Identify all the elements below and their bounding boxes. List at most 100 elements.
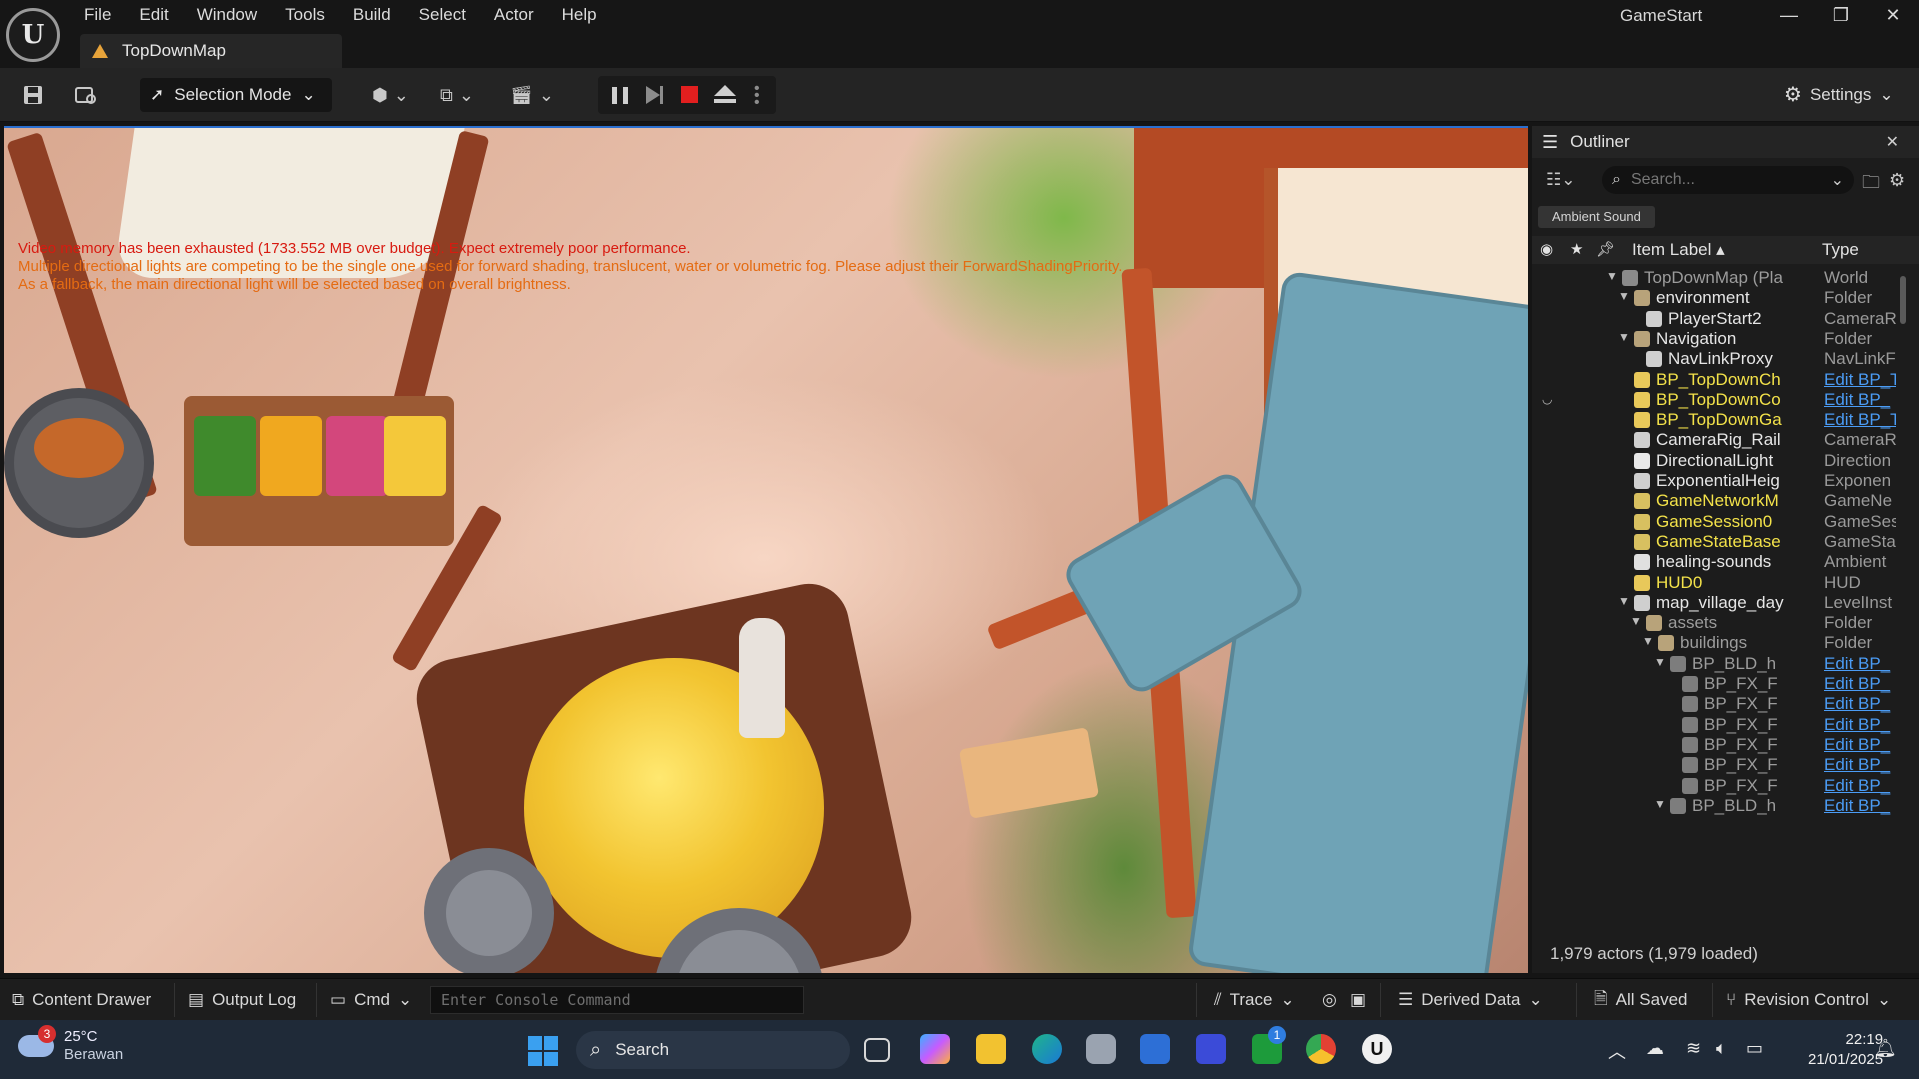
file-explorer-icon[interactable] xyxy=(976,1034,1006,1064)
menu-build[interactable]: Build xyxy=(339,0,405,30)
volume-icon[interactable]: 🔈︎ xyxy=(1716,1038,1727,1059)
wifi-icon[interactable]: ≋ xyxy=(1686,1038,1701,1059)
derived-data-button[interactable]: ☰ Derived Data ⌄ xyxy=(1398,979,1543,1021)
unreal-logo-icon[interactable]: U xyxy=(6,8,60,62)
edit-blueprint-link[interactable]: Edit BP_ xyxy=(1824,755,1896,775)
content-drawer-button[interactable]: ⧉ Content Drawer xyxy=(12,979,151,1021)
console-command-input[interactable]: Enter Console Command xyxy=(430,986,804,1014)
outliner-row-label: BP_FX_F xyxy=(1704,694,1778,714)
cinematics-button[interactable]: 🎬︎ ⌄ xyxy=(510,78,554,112)
edit-blueprint-link[interactable]: Edit BP_ xyxy=(1824,715,1896,735)
restore-icon[interactable]: ❐ xyxy=(1818,0,1864,30)
blueprint-button[interactable]: ⧉ ⌄ xyxy=(440,78,474,112)
eject-bar xyxy=(714,99,736,103)
column-item-label[interactable]: Item Label ▴ xyxy=(1632,240,1725,260)
menu-window[interactable]: Window xyxy=(183,0,271,30)
expand-arrow-icon[interactable]: ▼ xyxy=(1642,634,1654,648)
outliner-row[interactable]: ▼ BP_BLD_h Edit BP_ xyxy=(1532,794,1919,819)
copilot-icon[interactable] xyxy=(920,1034,950,1064)
edit-blueprint-link[interactable]: Edit BP_ xyxy=(1824,694,1896,714)
chevron-down-icon: ⌄ xyxy=(1280,990,1295,1009)
gear-icon[interactable]: ⚙ xyxy=(1889,170,1905,191)
edit-blueprint-link[interactable]: Edit BP_T xyxy=(1824,410,1896,430)
map-tab[interactable]: TopDownMap xyxy=(80,34,342,68)
menu-edit[interactable]: Edit xyxy=(125,0,182,30)
visual-studio-icon[interactable] xyxy=(1196,1034,1226,1064)
main-toolbar: ➚ Selection Mode ⌄ ⬢ ⌄ ⧉ ⌄ 🎬︎ ⌄ • • • ⚙ Setti… xyxy=(0,68,1919,122)
task-view-icon[interactable] xyxy=(864,1038,890,1062)
eject-icon[interactable] xyxy=(714,85,736,96)
save-icon[interactable] xyxy=(20,82,46,108)
revision-control-button[interactable]: ⑂ Revision Control ⌄ xyxy=(1726,979,1891,1021)
outliner-row-type: Folder xyxy=(1824,328,1873,348)
chrome-icon[interactable] xyxy=(1306,1034,1336,1064)
star-icon[interactable]: ★ xyxy=(1570,240,1583,258)
add-folder-icon[interactable]: 🗀︎ xyxy=(1862,170,1880,200)
stop-icon[interactable] xyxy=(681,86,698,103)
menu-select[interactable]: Select xyxy=(405,0,480,30)
expand-arrow-icon[interactable]: ▼ xyxy=(1654,797,1666,811)
microsoft-store-icon[interactable] xyxy=(1140,1034,1170,1064)
notification-bell-icon[interactable]: 🔔︎ xyxy=(1874,1038,1897,1059)
edit-blueprint-link[interactable]: Edit BP_ xyxy=(1824,735,1896,755)
outliner-row-label: GameSession0 xyxy=(1656,511,1773,531)
expand-arrow-icon[interactable]: ▼ xyxy=(1654,655,1666,669)
expand-arrow-icon[interactable]: ▼ xyxy=(1606,269,1618,283)
browse-content-icon[interactable] xyxy=(73,82,99,108)
pause-icon[interactable] xyxy=(612,87,628,104)
expand-arrow-icon[interactable]: ▼ xyxy=(1618,594,1630,608)
more-options-icon[interactable]: • • • xyxy=(754,81,760,111)
menu-actor[interactable]: Actor xyxy=(480,0,548,30)
broadcast-icon[interactable]: ◎ xyxy=(1322,979,1337,1021)
edit-blueprint-link[interactable]: Edit BP_ xyxy=(1824,796,1896,816)
menu-tools[interactable]: Tools xyxy=(271,0,339,30)
pin-icon[interactable]: 📌︎ xyxy=(1596,240,1615,258)
add-actor-button[interactable]: ⬢ ⌄ xyxy=(372,78,409,112)
weather-widget[interactable]: 3 25°C Berawan xyxy=(18,1025,123,1064)
edit-blueprint-link[interactable]: Edit BP_ xyxy=(1824,674,1896,694)
column-type[interactable]: Type xyxy=(1822,240,1859,260)
unity-hub-icon[interactable] xyxy=(1086,1034,1116,1064)
hidden-eye-icon[interactable]: ◡ xyxy=(1542,392,1552,406)
visibility-eye-icon[interactable]: ◉ xyxy=(1540,240,1553,258)
outliner-search-input[interactable]: ⌕ Search... ⌄ xyxy=(1602,166,1854,194)
menu-file[interactable]: File xyxy=(70,0,125,30)
map-tab-label: TopDownMap xyxy=(122,41,226,60)
expand-arrow-icon[interactable]: ▼ xyxy=(1618,330,1630,344)
windows-start-icon[interactable] xyxy=(528,1036,558,1066)
outliner-tab[interactable]: ☰ Outliner ✕ xyxy=(1532,126,1919,158)
all-saved-button[interactable]: 🗎︎ All Saved xyxy=(1594,979,1688,1021)
output-log-button[interactable]: ▤ Output Log xyxy=(188,979,296,1021)
edge-icon[interactable] xyxy=(1032,1034,1062,1064)
system-clock[interactable]: 22:19 21/01/2025 xyxy=(1808,1030,1883,1070)
minimize-icon[interactable]: — xyxy=(1766,0,1812,30)
edit-blueprint-link[interactable]: Edit BP_ xyxy=(1824,776,1896,796)
settings-button[interactable]: ⚙ Settings ⌄ xyxy=(1784,82,1894,107)
battery-icon[interactable]: ▭ xyxy=(1746,1038,1763,1059)
close-icon[interactable]: ✕ xyxy=(1886,132,1899,152)
outliner-scrollbar[interactable] xyxy=(1900,276,1906,324)
unreal-taskbar-icon[interactable]: U xyxy=(1362,1034,1392,1064)
network-off-icon[interactable]: ☁ xyxy=(1646,1038,1664,1059)
menu-help[interactable]: Help xyxy=(548,0,611,30)
xbox-icon[interactable]: 1 xyxy=(1252,1026,1286,1064)
expand-arrow-icon[interactable]: ▼ xyxy=(1618,289,1630,303)
expand-arrow-icon[interactable]: ▼ xyxy=(1630,614,1642,628)
selection-mode-dropdown[interactable]: ➚ Selection Mode ⌄ xyxy=(140,78,332,112)
outliner-row-type: Folder xyxy=(1824,288,1873,308)
level-viewport[interactable]: Video memory has been exhausted (1733.55… xyxy=(4,126,1528,973)
taskbar-search[interactable]: ⌕ Search xyxy=(576,1031,850,1069)
cmd-dropdown[interactable]: ▭ Cmd ⌄ xyxy=(330,979,412,1021)
step-frame-icon[interactable] xyxy=(646,86,660,104)
filter-icon[interactable]: ☷⌄ xyxy=(1546,170,1575,190)
close-window-icon[interactable]: ✕ xyxy=(1870,0,1916,30)
chevron-up-icon[interactable]: ︿ xyxy=(1608,1038,1626,1064)
trace-dropdown[interactable]: ⫽ Trace ⌄ xyxy=(1214,979,1295,1021)
edit-blueprint-link[interactable]: Edit BP_T xyxy=(1824,370,1896,390)
actor-icon xyxy=(1634,493,1650,510)
taskbar-search-label: Search xyxy=(615,1040,670,1059)
edit-blueprint-link[interactable]: Edit BP_ xyxy=(1824,654,1896,674)
snapshot-icon[interactable]: ▣ xyxy=(1350,979,1366,1021)
edit-blueprint-link[interactable]: Edit BP_ xyxy=(1824,390,1896,410)
filter-chip-ambient-sound[interactable]: Ambient Sound xyxy=(1538,206,1655,228)
